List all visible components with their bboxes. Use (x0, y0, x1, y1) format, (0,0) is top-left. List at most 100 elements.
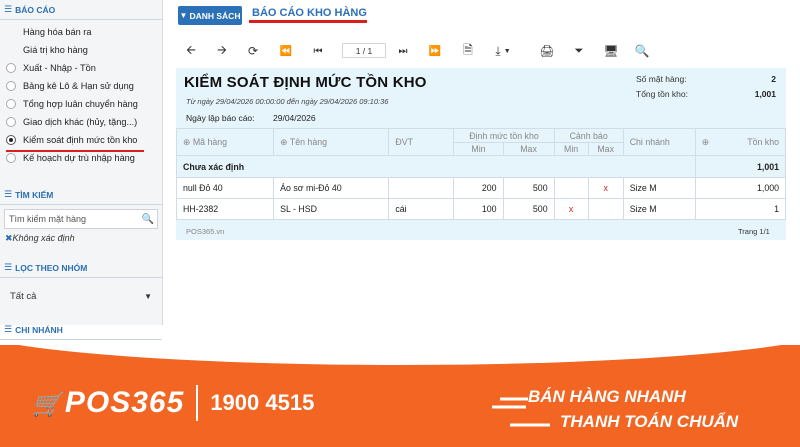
report-footer-page: Trang 1/1 (738, 227, 770, 236)
hotline-number: 1900 4515 (210, 390, 315, 415)
cell-unit: cái (388, 198, 455, 220)
list-icon: ☰ (4, 4, 13, 14)
cell-unit (388, 177, 455, 199)
sort-icon[interactable]: ⊕ (183, 137, 190, 147)
col-norm-max: Max (502, 142, 555, 156)
report-item-label: Kế hoạch dự trù nhập hàng (23, 153, 135, 163)
sort-icon[interactable]: ⊕ (280, 137, 287, 147)
cell-branch: Size M (622, 198, 696, 220)
search-placeholder: Tìm kiếm mặt hàng (9, 214, 87, 224)
last-page-icon[interactable]: ⏩ (426, 39, 444, 63)
group-select[interactable]: Tất cả ▼ (4, 286, 158, 306)
cell-warn-min (553, 177, 589, 199)
report-list: Hàng hóa bán ra Giá trị kho hàng Xuất - … (0, 20, 162, 167)
table-row[interactable]: HH-2382 SL - HSD cái 100 500 x Size M 1 (175, 198, 787, 220)
list-icon: ☰ (4, 324, 13, 334)
export-icon[interactable]: ⤓ ▼ (489, 39, 517, 63)
report-item-other-transactions[interactable]: Giao dịch khác (hủy, tặng...) (0, 113, 162, 131)
report-section-title: BÁO CÁO (15, 4, 56, 15)
radio-icon[interactable] (6, 153, 16, 163)
sort-icon[interactable]: ⊕ (702, 137, 709, 147)
page-indicator[interactable]: 1 / 1 (342, 43, 386, 58)
search-icon[interactable]: 🔍 (139, 214, 157, 225)
cell-min: 100 (453, 198, 504, 220)
col-norm: Định mức tồn kho (453, 128, 555, 143)
cart-icon: 🛒 (32, 391, 63, 418)
promo-banner: 🛒POS365 1900 4515 BÁN HÀNG NHANH THANH T… (0, 345, 800, 447)
report-item-circulation[interactable]: Tổng hợp luân chuyển hàng (0, 95, 162, 113)
report-item-label: Kiểm soát định mức tồn kho (23, 135, 138, 145)
group-section-header: ☰ LỌC THEO NHÓM (0, 258, 162, 278)
cell-max: 500 (502, 177, 555, 199)
col-unit[interactable]: ĐVT (388, 128, 455, 156)
report-date-range: Từ ngày 29/04/2026 00:00:00 đến ngày 29/… (186, 97, 389, 106)
report-section-header: ☰ BÁO CÁO (0, 0, 162, 20)
screen-icon[interactable]: 🖥 (602, 39, 620, 63)
search-input[interactable]: Tìm kiếm mặt hàng 🔍 (4, 209, 158, 229)
next-page-icon[interactable]: ⏭ (394, 39, 412, 63)
radio-icon[interactable] (6, 81, 16, 91)
cell-warn-max: x (587, 177, 624, 199)
report-created-label: Ngày lập báo cáo: (186, 113, 255, 123)
print-icon[interactable]: 🖨 (538, 39, 556, 63)
list-button[interactable]: ▼ DANH SÁCH (178, 6, 242, 25)
slogan-line-2: THANH TOÁN CHUẨN (560, 412, 739, 431)
refresh-icon[interactable]: ⟳ (244, 39, 262, 63)
branch-section-header: ☰ CHI NHÁNH (0, 320, 162, 340)
cell-name: SL - HSD (273, 198, 390, 220)
branch-section-title: CHI NHÁNH (15, 324, 63, 335)
group-total: 1,001 (694, 155, 787, 178)
brand-separator (196, 385, 199, 421)
col-warn: Cảnh báo (553, 128, 624, 143)
radio-icon[interactable] (6, 99, 16, 109)
report-title: KIỂM SOÁT ĐỊNH MỨC TỒN KHO (184, 74, 427, 91)
selected-underline (6, 150, 144, 152)
total-stock-value: 1,001 (754, 89, 776, 99)
previous-page-icon[interactable]: ⏮ (309, 39, 327, 63)
cell-stock: 1 (694, 198, 787, 220)
radio-icon[interactable] (6, 117, 16, 127)
cell-stock: 1,000 (694, 177, 787, 199)
col-branch[interactable]: Chi nhánh (622, 128, 696, 156)
cell-warn-max (587, 198, 624, 220)
first-page-icon[interactable]: ⏪ (277, 39, 295, 63)
col-stock[interactable]: ⊕ Tồn kho (694, 128, 787, 156)
report-toolbar: 🡨 🡪 ⟳ ⏪ ⏮ 1 / 1 ⏭ ⏩ 🗎 ⤓ ▼ 🖨 ⏷ 🖥 🔍 (176, 39, 788, 63)
back-arrow-icon[interactable]: 🡨 (182, 39, 200, 63)
report-item-in-out-stock[interactable]: Xuất - Nhập - Tồn (0, 59, 162, 77)
cell-code: null Đỏ 40 (175, 177, 275, 199)
report-item-label: Xuất - Nhập - Tồn (23, 63, 96, 73)
report-tab-title[interactable]: BÁO CÁO KHO HÀNG (252, 7, 367, 19)
table-row[interactable]: null Đỏ 40 Áo sơ mi-Đỏ 40 200 500 x Size… (175, 177, 787, 199)
report-item-label: Giá trị kho hàng (23, 45, 88, 55)
document-icon[interactable]: 🗎 (459, 39, 477, 63)
search-tag[interactable]: ✖Không xác định (0, 229, 162, 244)
col-name[interactable]: ⊕ Tên hàng (273, 128, 390, 156)
search-section-title: TÌM KIẾM (15, 189, 54, 200)
search-section-header: ☰ TÌM KIẾM (0, 185, 162, 205)
caret-down-icon: ▼ (144, 291, 152, 301)
report-item-label: Tổng hợp luân chuyển hàng (23, 99, 138, 109)
col-code[interactable]: ⊕ Mã hàng (175, 128, 275, 156)
item-count-label: Số mặt hàng: (636, 74, 687, 84)
radio-icon[interactable] (6, 63, 16, 73)
search-icon[interactable]: 🔍 (633, 39, 651, 63)
filter-icon[interactable]: ⏷ (570, 39, 588, 63)
slogan-line-1: BÁN HÀNG NHANH (528, 387, 686, 406)
report-panel: KIỂM SOÁT ĐỊNH MỨC TỒN KHO Từ ngày 29/04… (175, 68, 787, 240)
radio-selected-icon[interactable] (6, 135, 16, 145)
col-warn-max: Max (587, 142, 624, 156)
report-item-lot-expiry[interactable]: Bảng kê Lô & Hạn sử dụng (0, 77, 162, 95)
forward-arrow-icon[interactable]: 🡪 (213, 39, 231, 63)
col-norm-min: Min (453, 142, 504, 156)
report-item-sales[interactable]: Hàng hóa bán ra (0, 23, 162, 41)
filter-icon: ▼ (179, 11, 188, 20)
col-warn-min: Min (553, 142, 589, 156)
cell-code: HH-2382 (175, 198, 275, 220)
report-item-stock-norm[interactable]: Kiểm soát định mức tồn kho (0, 131, 162, 149)
cell-warn-min: x (553, 198, 589, 220)
report-item-stock-value[interactable]: Giá trị kho hàng (0, 41, 162, 59)
remove-tag-icon[interactable]: ✖ (5, 233, 13, 243)
report-item-label: Hàng hóa bán ra (23, 27, 92, 37)
report-created-value: 29/04/2026 (273, 113, 316, 123)
